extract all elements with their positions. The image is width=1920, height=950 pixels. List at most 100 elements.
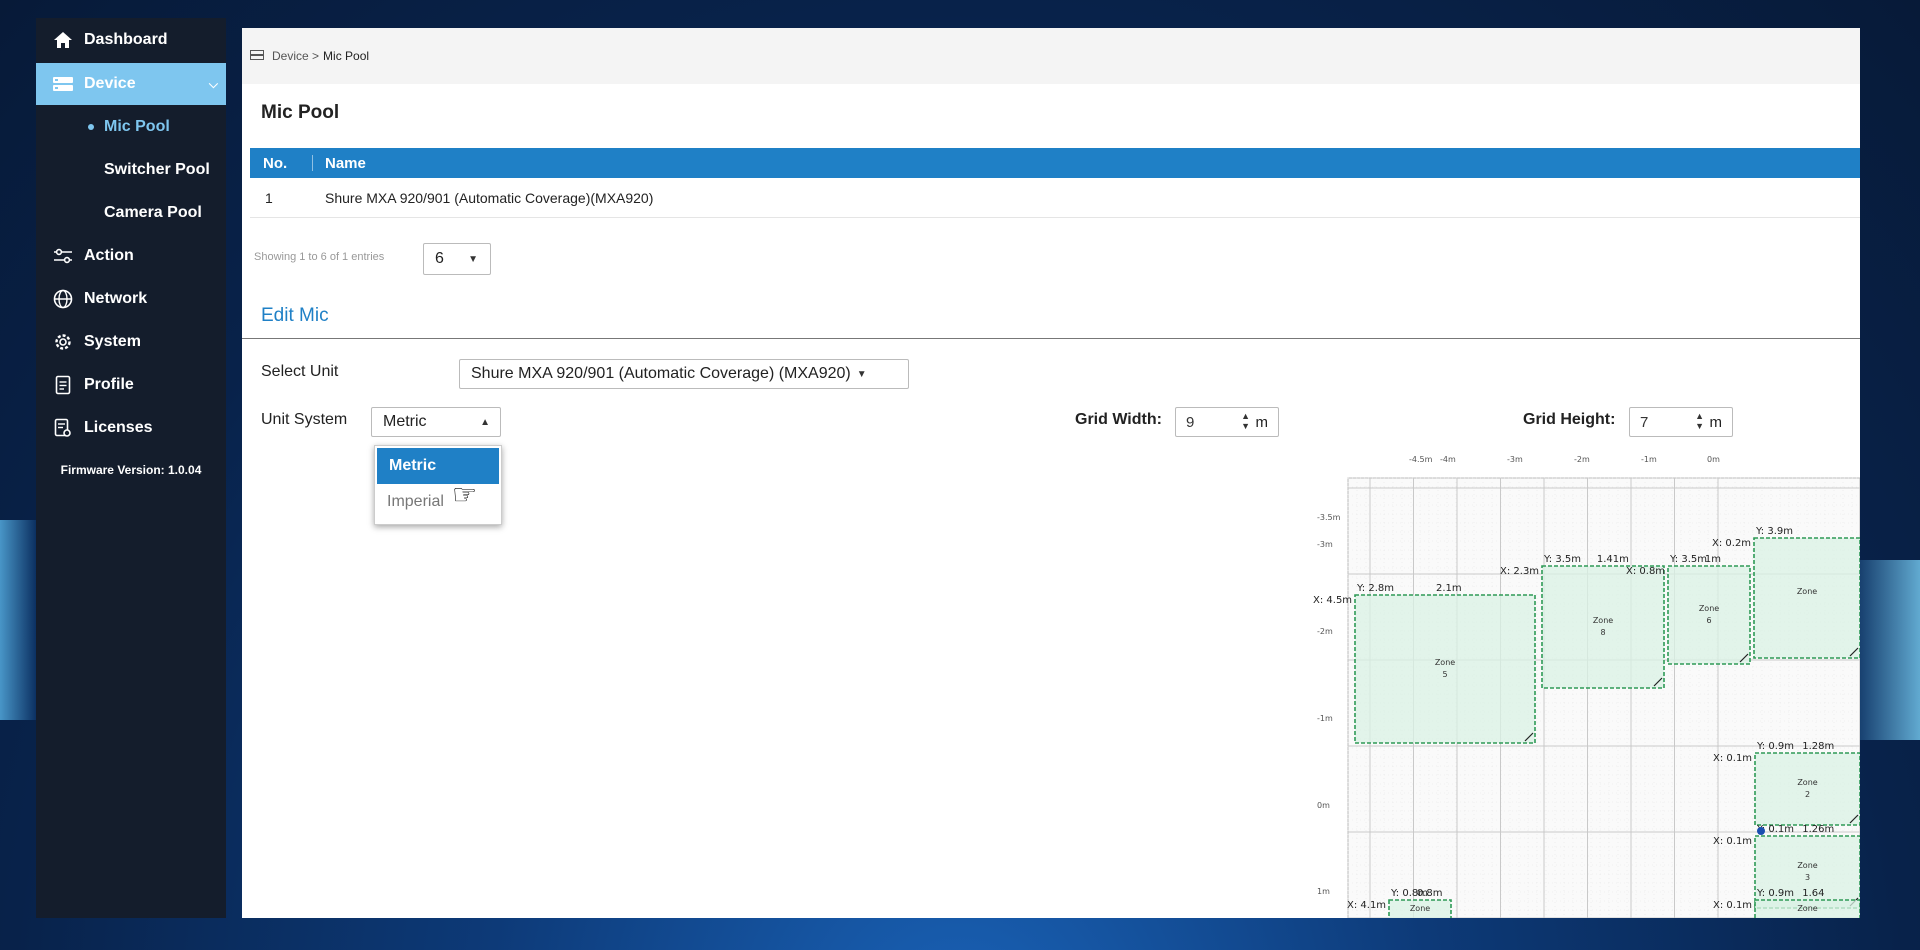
zone-x-label: X: 0.1m: [1713, 900, 1752, 911]
sidebar-subitem-camera-pool[interactable]: Camera Pool: [36, 191, 226, 234]
zone-x-label: X: 0.1m: [1713, 753, 1752, 764]
zone-size-label: 1m: [1705, 554, 1721, 565]
sidebar-item-licenses[interactable]: Licenses: [36, 406, 226, 449]
select-unit-dropdown[interactable]: Shure MXA 920/901 (Automatic Coverage) (…: [459, 359, 909, 389]
grid-tick-label-top: 0m: [1707, 455, 1720, 464]
gear-icon: [50, 332, 76, 352]
zone-number-label: 8: [1600, 628, 1605, 637]
zone-y-label: Y: 0.9m: [1756, 741, 1794, 752]
background-glow-right: [1850, 560, 1920, 740]
grid-height-unit: m: [1709, 413, 1723, 431]
zone-y-label: Y: 2.8m: [1356, 583, 1394, 594]
sidebar-item-label: Action: [84, 246, 134, 264]
sidebar-subitem-label: Camera Pool: [104, 203, 202, 221]
zone-size-label: 1.41m: [1597, 554, 1629, 565]
coverage-grid-canvas[interactable]: -4.5m -4m -3m -2m -1m 0m-3.5m-3m-2m-1m0m1mY: …: [1312, 448, 1860, 918]
sidebar-item-network[interactable]: Network: [36, 277, 226, 320]
breadcrumb-current: Mic Pool: [323, 49, 370, 63]
zone-y-label: Y: 3.9m: [1755, 526, 1793, 537]
sidebar-item-dashboard[interactable]: Dashboard: [36, 18, 226, 61]
sidebar-subitem-mic-pool[interactable]: Mic Pool: [36, 105, 226, 148]
grid-tick-label-left: -1m: [1317, 714, 1333, 723]
zone-number-label: 2: [1805, 790, 1810, 799]
zone-name-label: Zone: [1797, 861, 1817, 870]
zone-rect[interactable]: [1541, 565, 1665, 689]
coverage-grid[interactable]: -4.5m -4m -3m -2m -1m 0m -3.5m -3m -2m -1m 0m 1m Y: …: [1312, 448, 1860, 918]
grid-tick-label-top: -1m: [1641, 455, 1657, 464]
zone-size-label: 1.26m: [1802, 824, 1834, 835]
sidebar-item-label: Profile: [84, 375, 134, 393]
option-metric[interactable]: Metric: [377, 448, 499, 484]
chevron-down-icon: ⌵: [208, 76, 218, 91]
zone-size-label: 0.8m: [1417, 888, 1443, 899]
zone-rect[interactable]: [1754, 752, 1860, 826]
home-icon: [50, 30, 76, 50]
caret-down-icon: ▼: [468, 253, 478, 265]
table-row[interactable]: 1 Shure MXA 920/901 (Automatic Coverage)…: [250, 178, 1860, 218]
spinner-icon[interactable]: ▲ ▼: [1241, 411, 1250, 431]
sidebar-subitem-switcher-pool[interactable]: Switcher Pool: [36, 148, 226, 191]
zone-rect[interactable]: [1354, 594, 1536, 744]
caret-up-icon: ▲: [480, 416, 490, 428]
server-icon: [250, 49, 264, 63]
zone-y-label: Y: 3.5m: [1669, 554, 1707, 565]
mic-position-marker[interactable]: [1757, 827, 1765, 835]
breadcrumb: Device > Mic Pool: [242, 28, 1860, 84]
select-unit-label: Select Unit: [261, 363, 339, 380]
page-size-select[interactable]: 6 ▼: [423, 243, 491, 275]
zone-y-label: Y: 3.5m: [1543, 554, 1581, 565]
sidebar-item-profile[interactable]: Profile: [36, 363, 226, 406]
sidebar-item-system[interactable]: System: [36, 320, 226, 363]
zone-number-label: 5: [1442, 670, 1447, 679]
table-cell-name: Shure MXA 920/901 (Automatic Coverage)(M…: [325, 189, 654, 206]
table-cell-no: 1: [265, 189, 273, 206]
grid-height-value: 7: [1640, 413, 1649, 431]
unit-system-menu: Metric Imperial: [374, 445, 502, 525]
sidebar-subitem-label: Mic Pool: [104, 117, 170, 135]
globe-icon: [50, 289, 76, 309]
zone-x-label: X: 0.1m: [1713, 836, 1752, 847]
sidebar-item-label: Device: [84, 75, 136, 92]
background-glow-left: [0, 520, 36, 720]
grid-tick-label-left: -3.5m: [1317, 513, 1341, 522]
unit-system-value: Metric: [383, 413, 427, 430]
edit-mic-title: Edit Mic: [261, 305, 329, 326]
page-size-value: 6: [435, 250, 444, 267]
spinner-icon[interactable]: ▲ ▼: [1695, 411, 1704, 431]
grid-width-input[interactable]: 9 ▲ ▼ m: [1175, 407, 1279, 437]
grid-tick-label-left: 0m: [1317, 801, 1330, 810]
column-header-no[interactable]: No.: [250, 155, 312, 172]
grid-tick-label-top: -4.5m: [1409, 455, 1433, 464]
caret-down-icon: ▼: [856, 368, 867, 380]
sidebar-subitem-label: Switcher Pool: [104, 160, 210, 178]
zone-x-label: X: 0.8m: [1626, 566, 1665, 577]
zone-name-label: Zone: [1593, 616, 1613, 625]
grid-width-label: Grid Width:: [1075, 411, 1162, 428]
page-title: Mic Pool: [261, 102, 340, 123]
zone-rect[interactable]: [1667, 565, 1751, 665]
grid-tick-label-left: -2m: [1317, 627, 1333, 636]
zone-size-label: 1.28m: [1802, 741, 1834, 752]
grid-tick-label-left: 1m: [1317, 887, 1330, 896]
zone-x-label: X: 0.2m: [1712, 538, 1751, 549]
license-icon: [50, 418, 76, 438]
unit-system-dropdown[interactable]: Metric ▲: [371, 407, 501, 437]
entries-info: Showing 1 to 6 of 1 entries: [254, 251, 385, 263]
sidebar-item-action[interactable]: Action: [36, 234, 226, 277]
grid-height-input[interactable]: 7 ▲ ▼ m: [1629, 407, 1733, 437]
sidebar-item-label: System: [84, 332, 141, 350]
sidebar: Dashboard Device ⌵ Mic Pool Switcher Poo…: [36, 18, 226, 918]
breadcrumb-parent[interactable]: Device >: [272, 49, 319, 63]
zone-x-label: X: 2.3m: [1500, 566, 1539, 577]
grid-width-unit: m: [1255, 413, 1269, 431]
sidebar-item-device[interactable]: Device ⌵: [36, 63, 226, 105]
option-imperial[interactable]: Imperial: [375, 484, 501, 520]
document-icon: [50, 375, 76, 395]
zone-rect[interactable]: [1753, 537, 1860, 659]
zone-size-label: 2.1m: [1436, 583, 1462, 594]
column-header-name[interactable]: Name: [313, 155, 366, 172]
select-unit-value: Shure MXA 920/901 (Automatic Coverage) (…: [471, 365, 851, 382]
zone-number-label: 6: [1706, 616, 1711, 625]
zone-size-label: 1.64: [1802, 888, 1824, 899]
hand-cursor-icon: ☞: [452, 479, 478, 510]
